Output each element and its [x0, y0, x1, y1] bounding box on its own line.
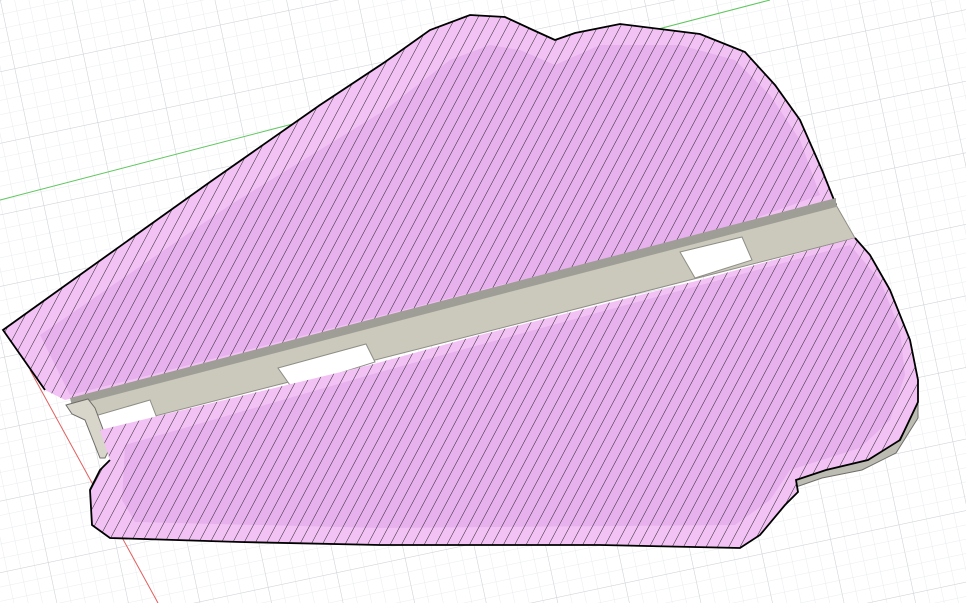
- design-viewport[interactable]: [0, 0, 966, 603]
- 3d-canvas[interactable]: [0, 0, 966, 603]
